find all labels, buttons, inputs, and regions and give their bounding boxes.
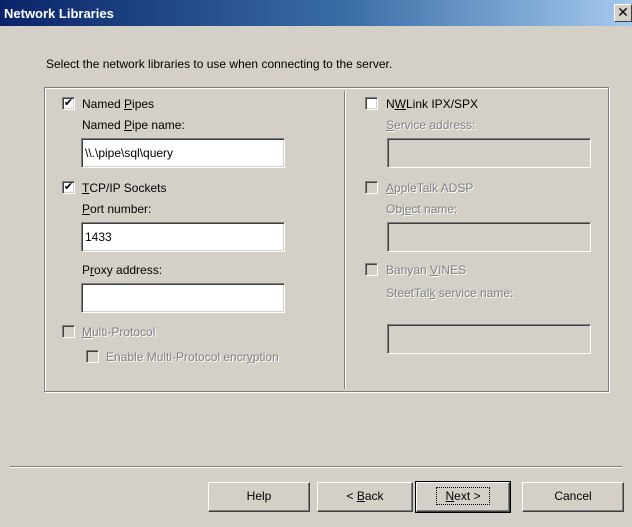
proxy-address-label: Proxy address: bbox=[82, 263, 163, 277]
column-divider bbox=[344, 91, 346, 389]
help-button[interactable]: Help bbox=[208, 482, 310, 512]
multi-protocol-label[interactable]: Multi-Protocol bbox=[82, 325, 155, 339]
title-bar: Network Libraries ✕ bbox=[0, 0, 632, 26]
port-number-label: Port number: bbox=[82, 202, 152, 216]
banyan-vines-checkbox[interactable] bbox=[365, 263, 378, 276]
named-pipes-checkbox[interactable]: ✔ bbox=[62, 97, 75, 110]
banyan-vines-label[interactable]: Banyan VINES bbox=[386, 263, 466, 277]
multi-protocol-checkbox[interactable] bbox=[62, 325, 75, 338]
tcpip-sockets-checkbox[interactable]: ✔ bbox=[62, 181, 75, 194]
footer-separator bbox=[10, 466, 622, 468]
next-button[interactable]: Next > bbox=[415, 481, 511, 513]
named-pipes-label[interactable]: Named Pipes bbox=[82, 97, 154, 111]
cancel-button[interactable]: Cancel bbox=[522, 482, 624, 512]
tcpip-sockets-label[interactable]: TCP/IP Sockets bbox=[82, 181, 167, 195]
instruction-text: Select the network libraries to use when… bbox=[46, 57, 393, 71]
service-address-label: Service address: bbox=[386, 118, 476, 132]
named-pipe-name-input[interactable]: \\.\pipe\sql\query bbox=[81, 138, 285, 168]
back-button[interactable]: < Back bbox=[317, 482, 413, 512]
close-button[interactable]: ✕ bbox=[614, 4, 632, 22]
service-address-input[interactable] bbox=[387, 138, 591, 168]
appletalk-checkbox[interactable] bbox=[365, 181, 378, 194]
multi-protocol-encryption-label[interactable]: Enable Multi-Protocol encryption bbox=[106, 350, 279, 364]
checkmark-icon: ✔ bbox=[63, 181, 74, 193]
object-name-label: Object name: bbox=[386, 202, 458, 216]
streettalk-service-name-label: SteetTalk service name: bbox=[386, 286, 514, 300]
window-title: Network Libraries bbox=[4, 6, 114, 21]
checkmark-icon: ✔ bbox=[63, 97, 74, 109]
object-name-input[interactable] bbox=[387, 222, 591, 252]
named-pipe-name-label: Named Pipe name: bbox=[82, 118, 185, 132]
proxy-address-input[interactable] bbox=[81, 283, 285, 313]
close-icon: ✕ bbox=[617, 4, 629, 20]
appletalk-label[interactable]: AppleTalk ADSP bbox=[386, 181, 473, 195]
port-number-input[interactable]: 1433 bbox=[81, 222, 285, 252]
multi-protocol-encryption-checkbox[interactable] bbox=[86, 350, 99, 363]
nwlink-checkbox[interactable] bbox=[365, 97, 378, 110]
nwlink-label[interactable]: NWLink IPX/SPX bbox=[386, 97, 478, 111]
streettalk-service-name-input[interactable] bbox=[387, 324, 591, 354]
